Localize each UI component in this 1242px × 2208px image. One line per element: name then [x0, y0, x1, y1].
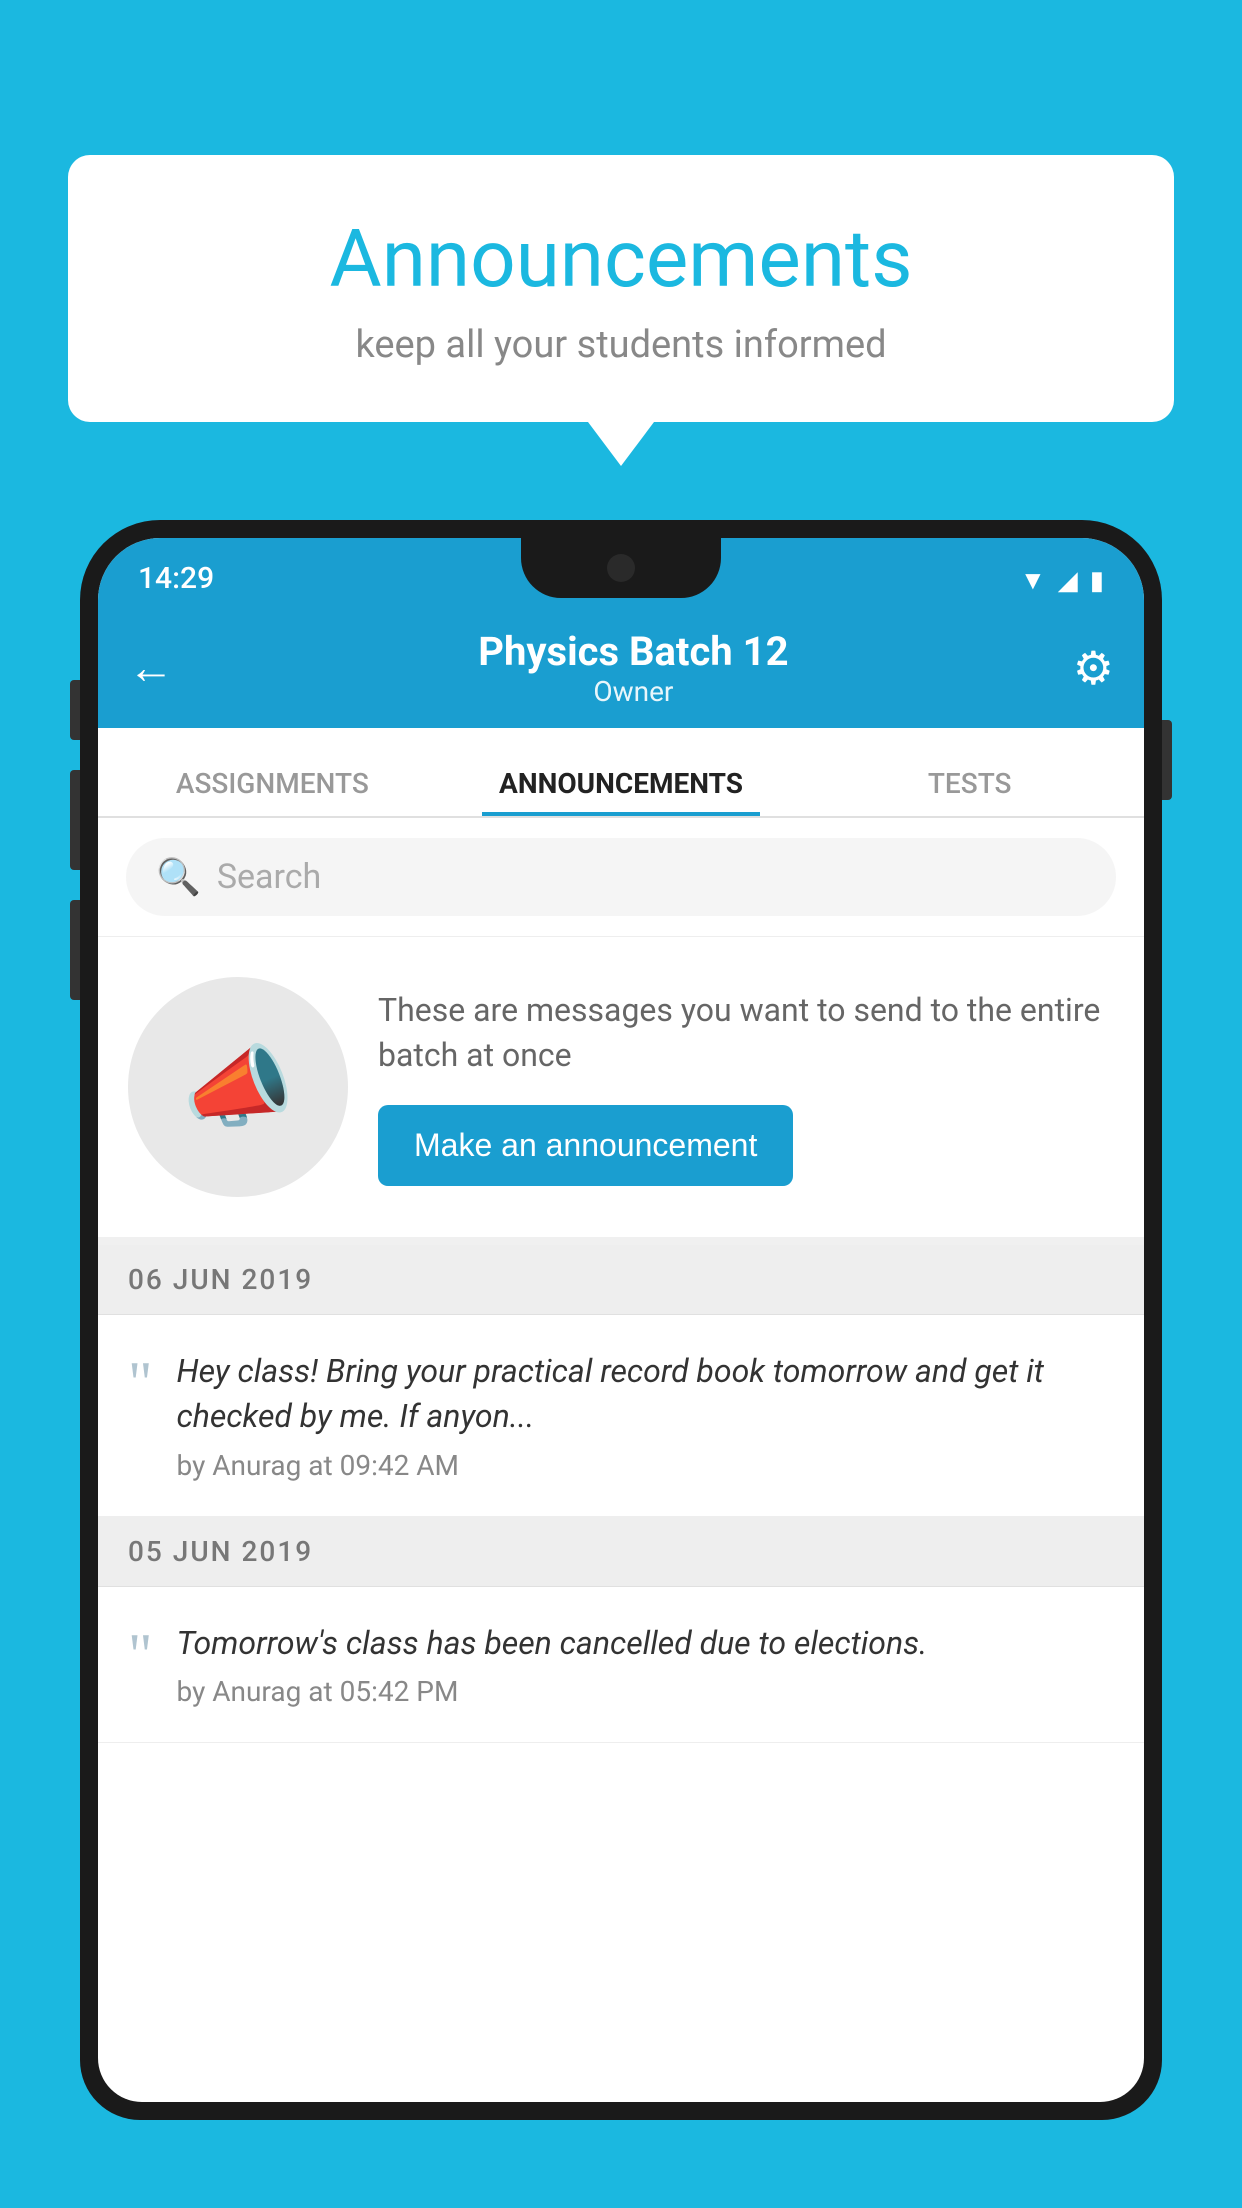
announcement-content-1: Hey class! Bring your practical record b… [177, 1349, 1115, 1482]
speech-bubble-container: Announcements keep all your students inf… [68, 155, 1174, 422]
megaphone-icon: 📣 [182, 1035, 294, 1140]
volume-down-button [70, 900, 80, 1000]
promo-description: These are messages you want to send to t… [378, 988, 1114, 1078]
promo-right: These are messages you want to send to t… [378, 988, 1114, 1187]
search-container: 🔍 Search [98, 818, 1144, 937]
phone-notch [521, 538, 721, 598]
settings-icon[interactable]: ⚙ [1073, 641, 1114, 696]
battery-icon: ▮ [1090, 566, 1104, 596]
tabs-bar: ASSIGNMENTS ANNOUNCEMENTS TESTS [98, 728, 1144, 818]
phone-outer: 14:29 ▼ ◢ ▮ ← Physics Batch 12 Owner ⚙ [80, 520, 1162, 2120]
batch-title: Physics Batch 12 [194, 628, 1073, 675]
phone-screen: 14:29 ▼ ◢ ▮ ← Physics Batch 12 Owner ⚙ [98, 538, 1144, 2102]
promo-section: 📣 These are messages you want to send to… [98, 937, 1144, 1245]
phone-wrapper: 14:29 ▼ ◢ ▮ ← Physics Batch 12 Owner ⚙ [80, 520, 1162, 2208]
tab-tests[interactable]: TESTS [795, 767, 1144, 816]
app-header: ← Physics Batch 12 Owner ⚙ [98, 608, 1144, 728]
quote-icon-1: " [128, 1353, 153, 1413]
tab-announcements[interactable]: ANNOUNCEMENTS [447, 767, 796, 816]
announcement-meta-1: by Anurag at 09:42 AM [177, 1449, 1115, 1482]
speech-bubble-title: Announcements [118, 215, 1124, 303]
signal-icon: ◢ [1058, 566, 1078, 596]
make-announcement-button[interactable]: Make an announcement [378, 1105, 793, 1186]
phone-camera [607, 554, 635, 582]
back-button[interactable]: ← [128, 645, 174, 691]
status-time: 14:29 [138, 561, 214, 596]
mute-button [70, 680, 80, 740]
announcement-content-2: Tomorrow's class has been cancelled due … [177, 1621, 1115, 1709]
announcement-text-1: Hey class! Bring your practical record b… [177, 1349, 1115, 1439]
status-icons: ▼ ◢ ▮ [1020, 565, 1104, 596]
header-title-group: Physics Batch 12 Owner [194, 628, 1073, 708]
search-box[interactable]: 🔍 Search [126, 838, 1116, 916]
search-placeholder: Search [217, 857, 321, 897]
announcement-text-2: Tomorrow's class has been cancelled due … [177, 1621, 1115, 1666]
announcement-item-2[interactable]: " Tomorrow's class has been cancelled du… [98, 1587, 1144, 1744]
batch-role: Owner [194, 675, 1073, 708]
date-divider-jun6: 06 JUN 2019 [98, 1245, 1144, 1315]
speech-bubble: Announcements keep all your students inf… [68, 155, 1174, 422]
volume-up-button [70, 770, 80, 870]
quote-icon-2: " [128, 1625, 153, 1685]
announcement-item-1[interactable]: " Hey class! Bring your practical record… [98, 1315, 1144, 1517]
power-button [1162, 720, 1172, 800]
announcement-meta-2: by Anurag at 05:42 PM [177, 1675, 1115, 1708]
search-icon: 🔍 [156, 856, 201, 898]
speech-bubble-subtitle: keep all your students informed [118, 323, 1124, 367]
wifi-icon: ▼ [1020, 565, 1046, 596]
promo-icon-circle: 📣 [128, 977, 348, 1197]
date-divider-jun5: 05 JUN 2019 [98, 1517, 1144, 1587]
tab-assignments[interactable]: ASSIGNMENTS [98, 767, 447, 816]
